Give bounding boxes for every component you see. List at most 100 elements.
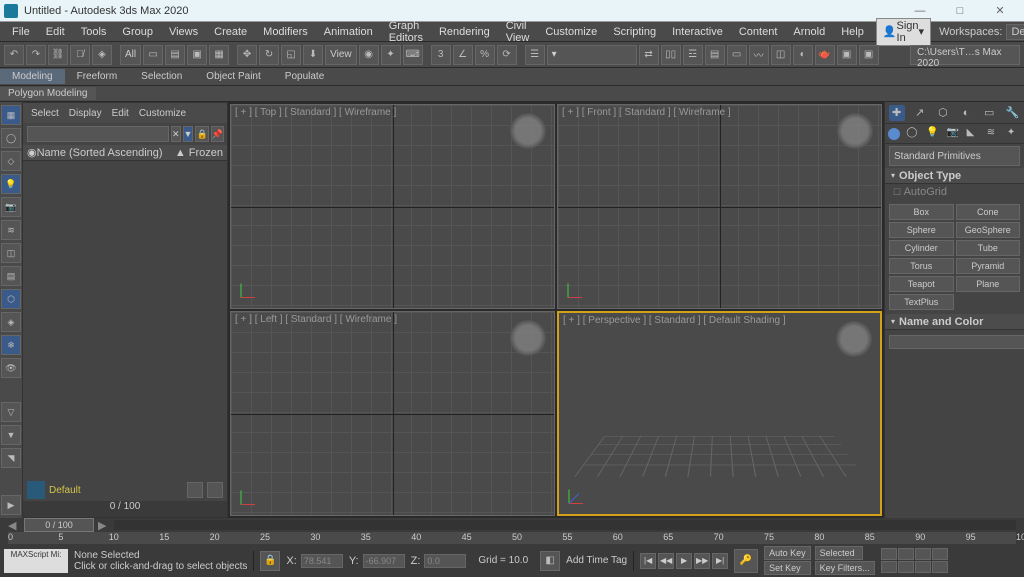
project-path[interactable]: C:\Users\T…s Max 2020 [910, 45, 1020, 65]
time-track[interactable] [114, 520, 1016, 530]
menu-interactive[interactable]: Interactive [664, 24, 731, 40]
keymode-button[interactable]: ⌨ [403, 45, 423, 65]
create-tab-icon[interactable]: ✚ [889, 105, 905, 121]
autokey-button[interactable]: Auto Key [764, 546, 811, 560]
pivot-button[interactable]: ◉ [359, 45, 379, 65]
bind-button[interactable]: ◈ [92, 45, 112, 65]
next-key-icon[interactable]: ▶▶ [694, 553, 710, 569]
se-tab-customize[interactable]: Customize [139, 108, 186, 119]
se-clear-icon[interactable]: ✕ [171, 126, 181, 142]
se-misc-1[interactable] [187, 482, 203, 498]
vp-persp-label[interactable]: [ + ] [ Perspective ] [ Standard ] [ Def… [563, 315, 786, 326]
ribbon-selection[interactable]: Selection [129, 69, 194, 84]
display-tab-icon[interactable]: ▭ [981, 105, 997, 121]
close-button[interactable]: ✕ [980, 0, 1020, 22]
move-button[interactable]: ✥ [237, 45, 257, 65]
lt-spacewarps[interactable]: ◫ [1, 243, 21, 263]
lock-selection-icon[interactable]: 🔒 [260, 551, 280, 571]
matbrowser-button[interactable]: ◐ [793, 45, 813, 65]
anglesnap-button[interactable]: ∠ [453, 45, 473, 65]
snap-button[interactable]: 3 [431, 45, 451, 65]
zoom-all-icon[interactable] [915, 548, 931, 560]
sphere-button[interactable]: Sphere [889, 222, 954, 238]
lt-shapes[interactable]: ◇ [1, 151, 21, 171]
menu-content[interactable]: Content [731, 24, 786, 40]
geometry-icon[interactable] [888, 128, 900, 140]
autogrid-checkbox[interactable]: ☐ AutoGrid [885, 184, 1024, 200]
menu-civilview[interactable]: Civil View [498, 18, 538, 46]
plane-button[interactable]: Plane [956, 276, 1021, 292]
box-button[interactable]: Box [889, 204, 954, 220]
ribbon-modeling[interactable]: Modeling [0, 69, 65, 84]
lt-helpers[interactable]: ≋ [1, 220, 21, 240]
lights-icon[interactable]: 💡 [926, 127, 940, 141]
zoom-extents-icon[interactable] [881, 561, 897, 573]
lt-filter-2[interactable]: ▼ [1, 425, 21, 445]
keyfilters-button[interactable]: Key Filters... [815, 561, 875, 575]
teapot-button[interactable]: Teapot [889, 276, 954, 292]
key-large-icon[interactable]: 🔑 [734, 549, 758, 573]
pctsnap-button[interactable]: % [475, 45, 495, 65]
lt-geometry[interactable]: ◯ [1, 128, 21, 148]
namedsel-button[interactable]: ☰ [525, 45, 545, 65]
menu-create[interactable]: Create [206, 24, 255, 40]
time-ruler[interactable]: 0510152025303540455055606570758085909510… [8, 532, 1016, 544]
undo-button[interactable]: ↶ [4, 45, 24, 65]
fov-icon[interactable] [932, 548, 948, 560]
menu-file[interactable]: File [4, 24, 38, 40]
menu-help[interactable]: Help [833, 24, 872, 40]
motion-tab-icon[interactable]: ◐ [958, 105, 974, 121]
se-default-layer[interactable]: Default [49, 485, 81, 496]
curveeditor-button[interactable]: 〰 [749, 45, 769, 65]
se-misc-2[interactable] [207, 482, 223, 498]
viewport-front[interactable]: [ + ] [ Front ] [ Standard ] [ Wireframe… [557, 104, 882, 309]
play-icon[interactable]: ▶ [676, 553, 692, 569]
orbit-icon[interactable] [898, 561, 914, 573]
prev-key-icon[interactable]: ◀◀ [658, 553, 674, 569]
vp-front-label[interactable]: [ + ] [ Front ] [ Standard ] [ Wireframe… [562, 107, 731, 118]
polygon-modeling-tab[interactable]: Polygon Modeling [0, 87, 96, 100]
menu-scripting[interactable]: Scripting [605, 24, 664, 40]
add-time-tag[interactable]: Add Time Tag [566, 555, 627, 566]
select-name-button[interactable]: ▤ [165, 45, 185, 65]
se-lock-icon[interactable]: 🔒 [195, 126, 208, 142]
ribbon-button[interactable]: ▭ [727, 45, 747, 65]
textplus-button[interactable]: TextPlus [889, 294, 954, 310]
object-name-input[interactable] [889, 335, 1024, 349]
spacewarps-icon[interactable]: ≋ [987, 127, 1001, 141]
x-input[interactable]: 78.541 [301, 554, 343, 568]
cone-button[interactable]: Cone [956, 204, 1021, 220]
lt-hidden[interactable]: 👁 [1, 358, 21, 378]
ribbon-freeform[interactable]: Freeform [65, 69, 130, 84]
helpers-icon[interactable]: ◣ [967, 127, 981, 141]
viewport-left[interactable]: [ + ] [ Left ] [ Standard ] [ Wireframe … [230, 311, 555, 516]
sceneexp-button[interactable]: ▤ [705, 45, 725, 65]
zoom-icon[interactable] [898, 548, 914, 560]
viewport-perspective[interactable]: [ + ] [ Perspective ] [ Standard ] [ Def… [557, 311, 882, 516]
lt-filter-3[interactable]: ◥ [1, 448, 21, 468]
menu-arnold[interactable]: Arnold [785, 24, 833, 40]
select-region-button[interactable]: ▣ [187, 45, 207, 65]
menu-group[interactable]: Group [114, 24, 161, 40]
scale-button[interactable]: ◱ [281, 45, 301, 65]
tube-button[interactable]: Tube [956, 240, 1021, 256]
lt-filter-1[interactable]: ▽ [1, 402, 21, 422]
isolate-icon[interactable]: ◧ [540, 551, 560, 571]
viewcube-persp[interactable] [836, 321, 872, 357]
select-button[interactable]: ▭ [143, 45, 163, 65]
menu-customize[interactable]: Customize [537, 24, 605, 40]
y-input[interactable]: -66.907 [363, 554, 405, 568]
torus-button[interactable]: Torus [889, 258, 954, 274]
prev-frame-icon[interactable]: ◀ [8, 519, 20, 532]
object-type-rollout[interactable]: Object Type [885, 168, 1024, 184]
layers-button[interactable]: ☲ [683, 45, 703, 65]
lt-expand[interactable]: ▶ [1, 495, 21, 515]
lt-frozen[interactable]: ❄ [1, 335, 21, 355]
menu-grapheditors[interactable]: Graph Editors [381, 18, 431, 46]
se-list[interactable] [23, 161, 227, 479]
se-search-input[interactable] [27, 126, 169, 142]
cylinder-button[interactable]: Cylinder [889, 240, 954, 256]
lt-cameras[interactable]: 📷 [1, 197, 21, 217]
pyramid-button[interactable]: Pyramid [956, 258, 1021, 274]
z-input[interactable]: 0.0 [424, 554, 466, 568]
